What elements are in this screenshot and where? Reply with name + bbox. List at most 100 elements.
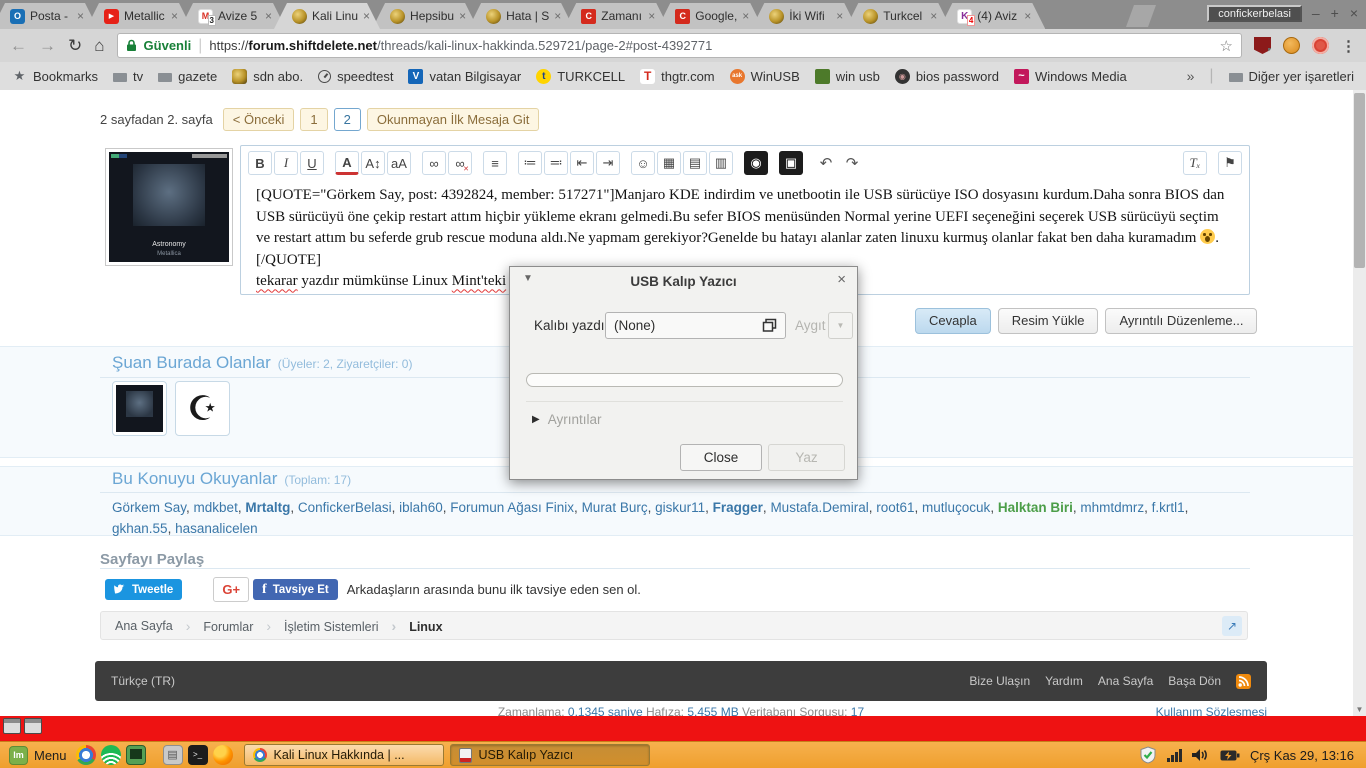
upload-image-button[interactable]: Resim Yükle — [997, 308, 1099, 334]
browser-tab[interactable]: 3 Avize 5 — [180, 3, 286, 29]
tab-close-icon[interactable] — [1024, 10, 1031, 22]
insert-quote-icon[interactable]: ▥ — [709, 151, 733, 175]
shield-check-icon[interactable] — [1139, 746, 1157, 764]
battery-icon[interactable] — [1220, 749, 1240, 762]
bookmark-item[interactable]: thgtr.com — [640, 68, 715, 84]
network-signal-icon[interactable] — [1166, 748, 1182, 762]
pagination-button[interactable]: 1 — [300, 108, 328, 131]
bookmark-item[interactable]: vatan Bilgisayar — [408, 68, 521, 84]
reply-button[interactable]: Cevapla — [915, 308, 991, 334]
address-bar[interactable]: Güvenli | https://forum.shiftdelete.net/… — [116, 33, 1242, 58]
scrollbar-down-icon[interactable]: ▼ — [1353, 705, 1366, 714]
page-scrollbar[interactable]: ▼ — [1353, 90, 1366, 716]
bullet-list-icon[interactable]: ≔ — [518, 151, 542, 175]
browser-tab[interactable]: Zamanı — [563, 3, 670, 29]
spotify-launcher-icon[interactable] — [100, 745, 121, 765]
pagination-button[interactable]: Okunmayan İlk Mesaja Git — [366, 108, 540, 131]
align-icon[interactable]: ≡ — [483, 151, 507, 175]
browser-tab[interactable]: Posta - — [0, 3, 98, 29]
bookmark-item[interactable]: Windows Media — [1013, 68, 1127, 84]
home-icon[interactable]: ⌂ — [94, 36, 104, 56]
device-dropdown[interactable]: ▼ — [828, 312, 853, 339]
queries-value[interactable]: 17 — [851, 705, 864, 716]
reader-name-link[interactable]: gkhan.55 — [112, 521, 168, 536]
advanced-edit-button[interactable]: Ayrıntılı Düzenleme... — [1105, 308, 1258, 334]
footer-link[interactable]: Bize Ulaşın — [969, 674, 1030, 688]
facebook-recommend-button[interactable]: f Tavsiye Et — [253, 579, 338, 600]
terminal-launcher-icon[interactable] — [187, 745, 208, 765]
reader-name-link[interactable]: mhmtdmrz — [1080, 500, 1144, 515]
tab-close-icon[interactable] — [171, 10, 178, 22]
minimize-icon[interactable]: – — [1312, 5, 1320, 21]
tab-close-icon[interactable] — [648, 10, 655, 22]
browser-tab[interactable]: Hata | S — [468, 3, 575, 29]
breadcrumb-item[interactable]: Linux — [379, 618, 442, 634]
bookmark-item[interactable]: win usb — [814, 68, 880, 84]
taskbar-window-button[interactable]: Kali Linux Hakkında | ... — [243, 744, 444, 766]
display-launcher-icon[interactable] — [125, 745, 146, 765]
bookmarks-overflow-icon[interactable]: » — [1187, 68, 1195, 84]
close-icon[interactable]: × — [1350, 5, 1358, 21]
reader-name-link[interactable]: ConfickerBelasi — [298, 500, 392, 515]
tab-close-icon[interactable] — [742, 10, 749, 22]
bookmark-item[interactable]: tv — [113, 69, 143, 84]
desktop-mini-window-2[interactable] — [24, 718, 42, 734]
browser-tab[interactable]: Hepsibu — [372, 3, 479, 29]
bookmark-item[interactable]: TURKCELL — [536, 68, 625, 84]
gplus-button[interactable]: G+ — [213, 577, 250, 602]
desktop-mini-window-1[interactable] — [3, 718, 21, 734]
bold-icon[interactable]: B — [248, 151, 272, 175]
font-size-icon[interactable]: A↕ — [361, 151, 385, 175]
browser-tab[interactable]: Google, — [657, 3, 764, 29]
tab-close-icon[interactable] — [836, 10, 843, 22]
browser-tab[interactable]: 4 (4) Aviz — [939, 3, 1046, 29]
indent-icon[interactable]: ⇥ — [596, 151, 620, 175]
maximize-icon[interactable]: + — [1331, 5, 1339, 21]
reader-name-link[interactable]: Mrtaltg — [245, 500, 290, 515]
outdent-icon[interactable]: ⇤ — [570, 151, 594, 175]
reader-name-link[interactable]: Forumun Ağası Finix — [450, 500, 574, 515]
bookmark-item[interactable]: bios password — [894, 68, 999, 84]
image-file-chooser[interactable]: (None) — [605, 312, 786, 339]
bookmark-item[interactable]: gazete — [158, 69, 217, 84]
footer-link[interactable]: Yardım — [1045, 674, 1083, 688]
tab-close-icon[interactable] — [77, 10, 84, 22]
scrollbar-thumb[interactable] — [1354, 93, 1365, 268]
drafts-icon[interactable]: ⚑ — [1218, 151, 1242, 175]
online-avatar-2[interactable]: ☪ — [175, 381, 230, 436]
orange-extension-icon[interactable] — [1283, 37, 1300, 54]
dialog-close-icon[interactable]: × — [837, 271, 846, 288]
pagination-button[interactable]: < Önceki — [222, 108, 295, 131]
text-color-icon[interactable]: A — [335, 151, 359, 175]
emoji-icon[interactable]: ☺ — [631, 151, 655, 175]
browser-tab[interactable]: Metallic — [86, 3, 192, 29]
menu-button[interactable]: lm Menu — [5, 745, 71, 765]
memory-value[interactable]: 5.455 MB — [687, 705, 738, 716]
reader-name-link[interactable]: f.krtl1 — [1152, 500, 1185, 515]
details-expander[interactable]: ▶ Ayrıntılar — [532, 412, 601, 427]
reader-name-link[interactable]: Fragger — [713, 500, 763, 515]
undo-icon[interactable]: ↶ — [814, 151, 838, 175]
tab-close-icon[interactable] — [554, 10, 561, 22]
save-draft-icon[interactable]: ▣ — [779, 151, 803, 175]
bookmark-item[interactable]: Bookmarks — [12, 69, 98, 84]
rss-icon[interactable] — [1236, 673, 1251, 689]
new-tab-button[interactable] — [1126, 5, 1156, 27]
other-bookmarks[interactable]: Diğer yer işaretleri — [1228, 69, 1354, 84]
tab-close-icon[interactable] — [363, 10, 370, 22]
browser-tab[interactable]: Turkcel — [845, 3, 952, 29]
italic-icon[interactable]: I — [274, 151, 298, 175]
bookmark-star-icon[interactable]: ☆ — [1220, 37, 1233, 55]
bookmark-item[interactable]: WinUSB — [729, 68, 800, 84]
pagination-button[interactable]: 2 — [333, 108, 361, 131]
underline-icon[interactable]: U — [300, 151, 324, 175]
close-button[interactable]: Close — [680, 444, 762, 471]
reader-name-link[interactable]: giskur11 — [655, 500, 705, 515]
insert-media-icon[interactable]: ▤ — [683, 151, 707, 175]
reader-name-link[interactable]: Görkem Say — [112, 500, 186, 515]
breadcrumb-item[interactable]: Ana Sayfa — [115, 619, 173, 633]
reader-name-link[interactable]: mutluçocuk — [922, 500, 990, 515]
chrome-launcher-icon[interactable] — [75, 745, 96, 765]
software-manager-launcher-icon[interactable] — [162, 745, 183, 765]
timing-value[interactable]: 0.1345 saniye — [568, 705, 643, 716]
